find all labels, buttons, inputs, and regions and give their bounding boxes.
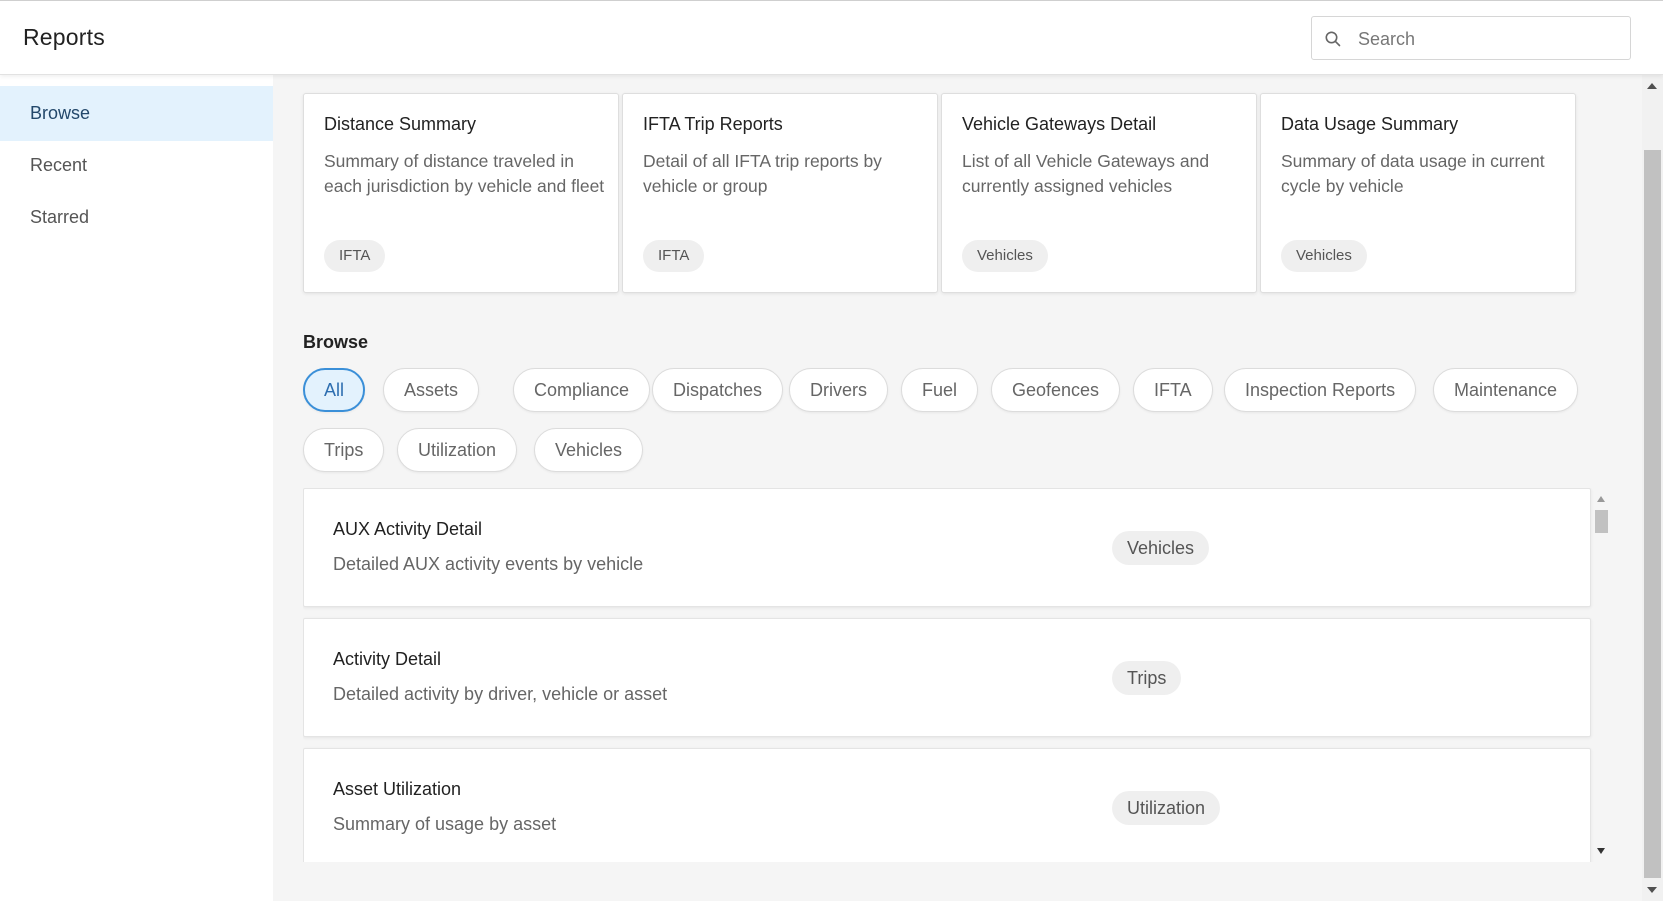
filter-chip-utilization[interactable]: Utilization	[397, 428, 518, 472]
card-description: List of all Vehicle Gateways and current…	[962, 151, 1210, 196]
report-row-activity-detail[interactable]: Activity Detail Detailed activity by dri…	[303, 618, 1591, 737]
card-description: Summary of data usage in current cycle b…	[1281, 151, 1545, 196]
card-title: IFTA Trip Reports	[643, 114, 783, 134]
report-card-ifta-trip-reports[interactable]: IFTA Trip Reports Detail of all IFTA tri…	[622, 93, 938, 293]
card-title: Data Usage Summary	[1281, 114, 1459, 134]
report-description: Detailed AUX activity events by vehicle	[333, 554, 644, 574]
card-description: Summary of distance traveled in each jur…	[324, 151, 605, 196]
report-title: AUX Activity Detail	[333, 519, 483, 539]
sidebar-item-starred[interactable]: Starred	[0, 190, 273, 245]
chevron-up-icon[interactable]	[1597, 496, 1605, 502]
category-tag: Utilization	[1112, 791, 1221, 825]
report-description: Detailed activity by driver, vehicle or …	[333, 684, 668, 704]
filter-chip-vehicles[interactable]: Vehicles	[534, 428, 644, 472]
sidebar-item-browse[interactable]: Browse	[0, 86, 273, 141]
top-bar: Reports	[0, 0, 1663, 75]
report-description: Summary of usage by asset	[333, 814, 557, 834]
page-scrollbar[interactable]	[1642, 75, 1663, 901]
page-title: Reports	[23, 24, 105, 50]
card-title: Distance Summary	[324, 114, 477, 134]
category-tag: Trips	[1112, 661, 1182, 695]
filter-chip-drivers[interactable]: Drivers	[789, 368, 888, 412]
browse-section-title: Browse	[303, 332, 369, 352]
sidebar-item-recent[interactable]: Recent	[0, 138, 273, 193]
category-tag: IFTA	[324, 240, 386, 272]
list-scrollbar-thumb[interactable]	[1595, 510, 1608, 533]
report-card-data-usage-summary[interactable]: Data Usage Summary Summary of data usage…	[1260, 93, 1576, 293]
search-box[interactable]	[1311, 16, 1631, 61]
filter-chip-geofences[interactable]: Geofences	[991, 368, 1121, 412]
page-scrollbar-thumb[interactable]	[1644, 150, 1661, 878]
filter-chip-maintenance[interactable]: Maintenance	[1433, 368, 1579, 412]
category-tag: Vehicles	[1112, 531, 1210, 565]
report-title: Asset Utilization	[333, 779, 462, 799]
sidebar: Browse Recent Starred	[0, 75, 273, 901]
filter-chip-fuel[interactable]: Fuel	[901, 368, 979, 412]
filter-chip-assets[interactable]: Assets	[383, 368, 480, 412]
category-tag: Vehicles	[1281, 240, 1367, 272]
card-title: Vehicle Gateways Detail	[962, 114, 1157, 134]
card-description: Detail of all IFTA trip reports by vehic…	[643, 151, 882, 196]
filter-chip-all[interactable]: All	[303, 368, 366, 412]
search-icon	[1324, 30, 1342, 48]
report-title: Activity Detail	[333, 649, 442, 669]
chevron-down-icon[interactable]	[1647, 887, 1657, 893]
report-row-aux-activity-detail[interactable]: AUX Activity Detail Detailed AUX activit…	[303, 488, 1591, 607]
filter-chip-compliance[interactable]: Compliance	[513, 368, 651, 412]
filter-chip-inspection-reports[interactable]: Inspection Reports	[1224, 368, 1417, 412]
list-scrollbar[interactable]	[1594, 488, 1608, 862]
category-tag: Vehicles	[962, 240, 1048, 272]
filter-chip-dispatches[interactable]: Dispatches	[652, 368, 784, 412]
category-tag: IFTA	[643, 240, 705, 272]
search-input[interactable]	[1356, 17, 1620, 61]
report-card-distance-summary[interactable]: Distance Summary Summary of distance tra…	[303, 93, 619, 293]
report-card-vehicle-gateways-detail[interactable]: Vehicle Gateways Detail List of all Vehi…	[941, 93, 1257, 293]
chevron-down-icon[interactable]	[1597, 848, 1605, 854]
report-list[interactable]: AUX Activity Detail Detailed AUX activit…	[303, 488, 1608, 862]
report-row-asset-utilization[interactable]: Asset Utilization Summary of usage by as…	[303, 748, 1591, 862]
main-content: Distance Summary Summary of distance tra…	[273, 75, 1642, 901]
chevron-up-icon[interactable]	[1647, 83, 1657, 89]
filter-chip-trips[interactable]: Trips	[303, 428, 385, 472]
filter-chip-ifta[interactable]: IFTA	[1133, 368, 1213, 412]
